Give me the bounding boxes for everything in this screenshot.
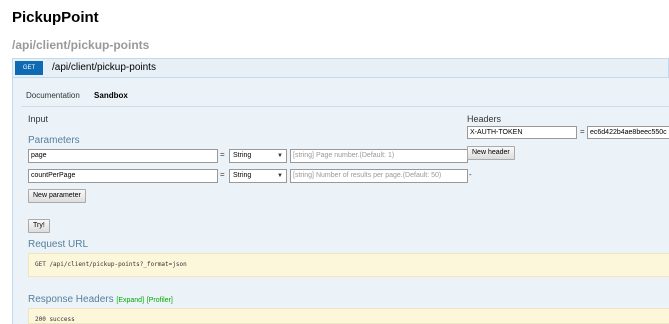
response-headers-box: 200 success	[28, 308, 669, 324]
parameters-title: Parameters	[28, 135, 80, 146]
new-header-button[interactable]: New header	[467, 146, 515, 160]
param-type-value: String	[233, 172, 252, 179]
method-badge[interactable]: GET	[15, 61, 43, 75]
tab-documentation[interactable]: Documentation	[26, 91, 80, 100]
response-headers-title: Response Headers [Expand] [Profiler]	[28, 294, 173, 305]
expand-link[interactable]: [Expand]	[116, 297, 144, 304]
tab-sandbox[interactable]: Sandbox	[94, 91, 128, 100]
request-url-text: GET /api/client/pickup-points?_format=js…	[35, 261, 187, 268]
response-status-text: 200 success	[35, 316, 75, 323]
request-url-box: GET /api/client/pickup-points?_format=js…	[28, 253, 669, 277]
tab-bar: Documentation Sandbox	[26, 91, 140, 100]
app-title: PickupPoint	[12, 9, 99, 26]
request-url-title: Request URL	[28, 239, 89, 250]
chevron-down-icon: ▼	[277, 153, 283, 159]
param-value-input[interactable]: [string] Number of results per page.(Def…	[290, 169, 468, 183]
response-headers-label: Response Headers	[28, 294, 114, 305]
profiler-link[interactable]: [Profiler]	[147, 297, 173, 304]
route-path[interactable]: /api/client/pickup-points	[12, 38, 149, 52]
equals-sign: =	[220, 150, 225, 159]
new-parameter-button[interactable]: New parameter	[28, 189, 86, 203]
equals-sign: =	[220, 170, 225, 179]
param-name-field[interactable]: page	[28, 149, 218, 163]
operation-path[interactable]: /api/client/pickup-points	[52, 62, 156, 73]
tab-divider	[21, 106, 669, 107]
param-type-select[interactable]: String ▼	[229, 169, 287, 183]
param-name-field[interactable]: countPerPage	[28, 169, 218, 183]
param-value-input[interactable]: [string] Page number.(Default: 1)	[290, 149, 468, 163]
operation-panel: Documentation Sandbox Input Parameters p…	[12, 78, 669, 324]
param-row: page = String ▼ [string] Page number.(De…	[28, 149, 488, 163]
headers-section-title: Headers	[467, 114, 502, 124]
header-name-field[interactable]: X-AUTH-TOKEN	[467, 126, 577, 139]
header-value-field[interactable]: ec6d422b4ae8beec550c	[587, 126, 669, 139]
header-equals-sign: =	[580, 127, 585, 136]
param-type-value: String	[233, 152, 252, 159]
input-section-title: Input	[28, 114, 49, 124]
param-type-select[interactable]: String ▼	[229, 149, 287, 163]
operation-header[interactable]: GET /api/client/pickup-points	[12, 58, 669, 78]
remove-param-dash[interactable]: -	[469, 170, 472, 179]
param-row: countPerPage = String ▼ [string] Number …	[28, 169, 488, 183]
try-button[interactable]: Try!	[28, 219, 50, 233]
chevron-down-icon: ▼	[277, 173, 283, 179]
